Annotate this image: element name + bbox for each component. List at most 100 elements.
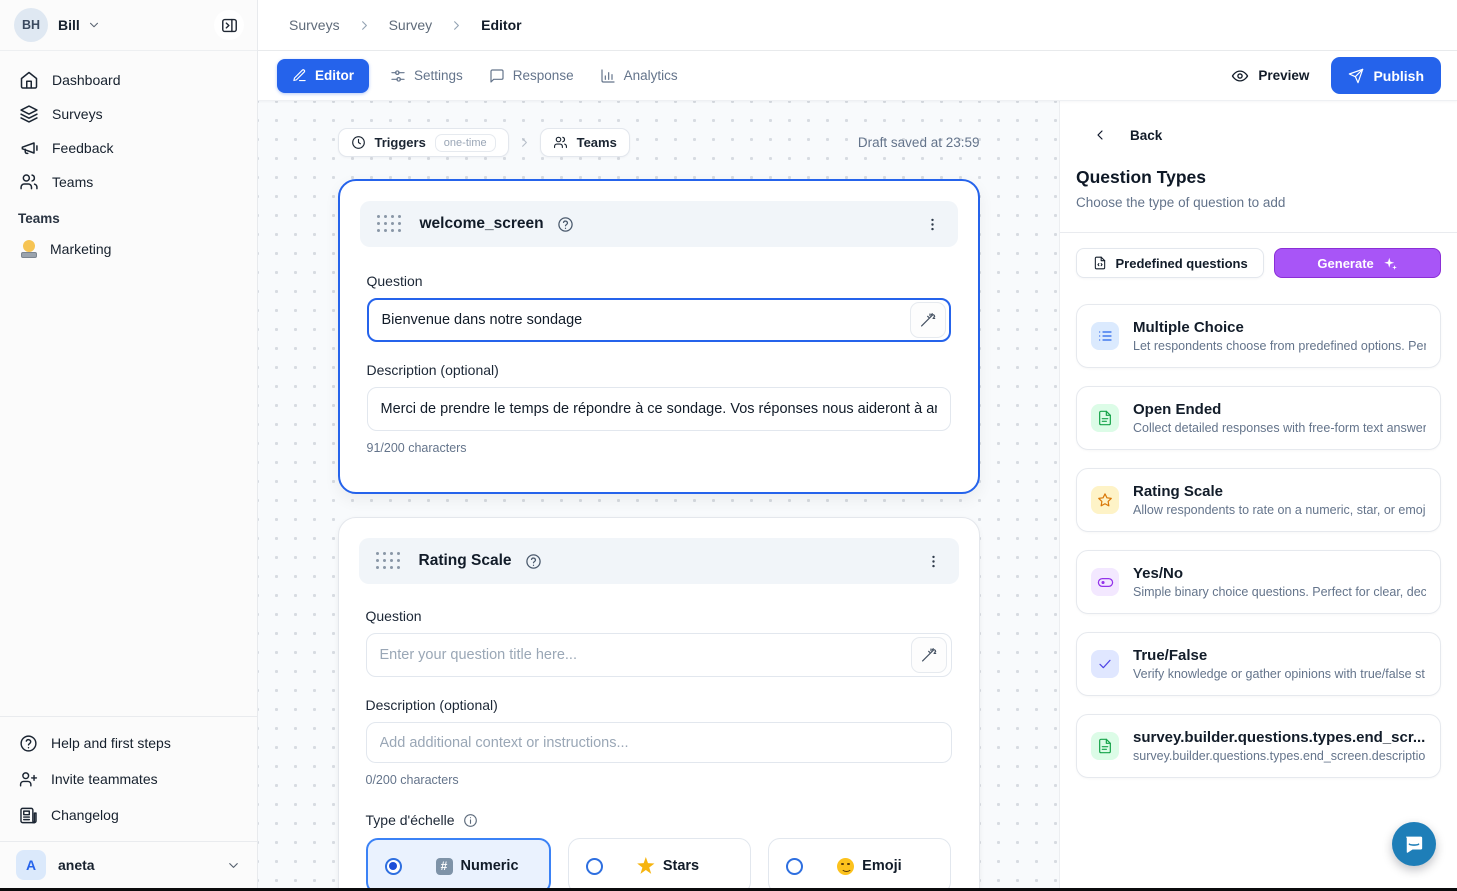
list-icon <box>1091 322 1119 350</box>
chevron-right-icon <box>357 18 372 33</box>
question-type-rating-scale[interactable]: Rating Scale Allow respondents to rate o… <box>1076 468 1441 532</box>
scale-option-label: Numeric <box>461 858 519 874</box>
preview-button[interactable]: Preview <box>1231 67 1309 85</box>
teams-chip[interactable]: Teams <box>540 128 630 157</box>
sidebar-item-dashboard[interactable]: Dashboard <box>0 63 257 97</box>
question-type-description: Verify knowledge or gather opinions with… <box>1133 667 1426 681</box>
radio-unselected[interactable] <box>786 858 803 875</box>
workspace-name: Bill <box>58 17 80 33</box>
card-title: welcome_screen <box>420 215 544 233</box>
question-description-input[interactable] <box>366 722 952 763</box>
description-label: Description (optional) <box>366 697 952 713</box>
workspace-switcher[interactable]: BH Bill <box>0 0 257 51</box>
file-text-icon <box>1091 732 1119 760</box>
star-emoji <box>637 857 655 875</box>
question-type-name: survey.builder.questions.types.end_scr..… <box>1133 729 1426 746</box>
wand-icon <box>920 312 936 328</box>
scale-option-emoji[interactable]: Emoji <box>768 838 951 891</box>
chevron-down-icon <box>226 858 241 873</box>
help-and-first-steps[interactable]: Help and first steps <box>0 725 257 761</box>
kebab-menu-icon[interactable] <box>924 216 941 233</box>
question-type-open-ended[interactable]: Open Ended Collect detailed responses wi… <box>1076 386 1441 450</box>
breadcrumb-survey[interactable]: Survey <box>389 17 433 33</box>
invite-teammates[interactable]: Invite teammates <box>0 761 257 797</box>
sidebar-item-marketing[interactable]: Marketing <box>0 232 257 266</box>
magic-wand-button[interactable] <box>911 637 947 673</box>
tab-analytics[interactable]: Analytics <box>587 59 691 93</box>
drag-handle-icon[interactable] <box>377 215 402 233</box>
sidebar-item-surveys[interactable]: Surveys <box>0 97 257 131</box>
survey-canvas: Triggers one-time Teams Draft saved at 2… <box>258 101 1059 891</box>
question-title-input[interactable] <box>367 298 951 342</box>
chat-bubble-icon <box>1403 833 1425 855</box>
question-title-input[interactable] <box>366 633 952 677</box>
char-count: 0/200 characters <box>366 773 952 787</box>
radio-unselected[interactable] <box>586 858 603 875</box>
smiley-emoji <box>837 858 854 875</box>
chat-launcher-button[interactable] <box>1392 822 1436 866</box>
question-type-description: survey.builder.questions.types.end_scree… <box>1133 749 1426 763</box>
generate-button[interactable]: Generate <box>1274 248 1441 278</box>
drag-handle-icon[interactable] <box>376 552 401 570</box>
magic-wand-button[interactable] <box>910 302 946 338</box>
sidebar-collapse-button[interactable] <box>214 10 244 40</box>
question-type-multiple-choice[interactable]: Multiple Choice Let respondents choose f… <box>1076 304 1441 368</box>
question-label: Question <box>366 608 952 624</box>
question-card-rating-scale[interactable]: Rating Scale Question Description (optio… <box>338 517 980 891</box>
sidebar-item-feedback[interactable]: Feedback <box>0 131 257 165</box>
changelog[interactable]: Changelog <box>0 797 257 833</box>
breadcrumb-surveys[interactable]: Surveys <box>289 17 340 33</box>
predefined-questions-button[interactable]: Predefined questions <box>1076 248 1264 278</box>
help-circle-icon[interactable] <box>525 553 542 570</box>
radio-selected[interactable] <box>385 858 402 875</box>
generate-label: Generate <box>1317 256 1373 271</box>
sidebar-item-label: Teams <box>52 174 93 190</box>
account-menu[interactable]: A aneta <box>0 841 257 888</box>
tab-editor[interactable]: Editor <box>277 59 369 93</box>
send-icon <box>1348 68 1364 84</box>
scale-type-label: Type d'échelle <box>366 812 952 828</box>
chevron-left-icon <box>1092 127 1108 143</box>
publish-button[interactable]: Publish <box>1331 57 1441 94</box>
question-description-input[interactable] <box>367 387 951 431</box>
tab-label: Response <box>513 68 574 83</box>
kebab-menu-icon[interactable] <box>925 553 942 570</box>
scale-option-stars[interactable]: Stars <box>568 838 751 891</box>
users-icon <box>18 172 39 192</box>
question-types-panel: Back Question Types Choose the type of q… <box>1059 101 1457 891</box>
file-text-icon <box>1091 404 1119 432</box>
question-card-welcome-screen[interactable]: welcome_screen Question Description (opt… <box>338 179 980 494</box>
account-avatar: A <box>16 850 46 880</box>
panel-subtitle: Choose the type of question to add <box>1076 195 1441 210</box>
triggers-chip[interactable]: Triggers one-time <box>338 128 509 157</box>
question-type-true-false[interactable]: True/False Verify knowledge or gather op… <box>1076 632 1441 696</box>
sidebar-item-teams[interactable]: Teams <box>0 165 257 199</box>
home-icon <box>18 70 39 90</box>
help-circle-icon[interactable] <box>557 216 574 233</box>
char-count: 91/200 characters <box>367 441 951 455</box>
canvas-chip-row: Triggers one-time Teams Draft saved at 2… <box>338 128 980 157</box>
back-label: Back <box>1130 128 1162 143</box>
footer-item-label: Help and first steps <box>51 735 171 751</box>
pencil-icon <box>292 68 307 83</box>
message-icon <box>489 68 505 84</box>
scale-option-numeric[interactable]: # Numeric <box>366 838 551 891</box>
user-plus-icon <box>18 770 38 789</box>
question-type-name: True/False <box>1133 647 1426 664</box>
clock-icon <box>351 135 366 150</box>
eye-icon <box>1231 67 1249 85</box>
question-type-description: Collect detailed responses with free-for… <box>1133 421 1426 435</box>
question-type-end-screen[interactable]: survey.builder.questions.types.end_scr..… <box>1076 714 1441 778</box>
breadcrumb-editor: Editor <box>481 17 521 33</box>
question-label: Question <box>367 273 951 289</box>
tab-response[interactable]: Response <box>476 59 587 93</box>
back-button[interactable]: Back <box>1076 127 1441 143</box>
card-header: Rating Scale <box>359 538 959 584</box>
question-type-yes-no[interactable]: Yes/No Simple binary choice questions. P… <box>1076 550 1441 614</box>
divider <box>1060 232 1457 233</box>
tab-label: Settings <box>414 68 463 83</box>
users-icon <box>553 135 568 150</box>
footer-item-label: Invite teammates <box>51 771 158 787</box>
tab-settings[interactable]: Settings <box>377 59 476 93</box>
sliders-icon <box>390 68 406 84</box>
